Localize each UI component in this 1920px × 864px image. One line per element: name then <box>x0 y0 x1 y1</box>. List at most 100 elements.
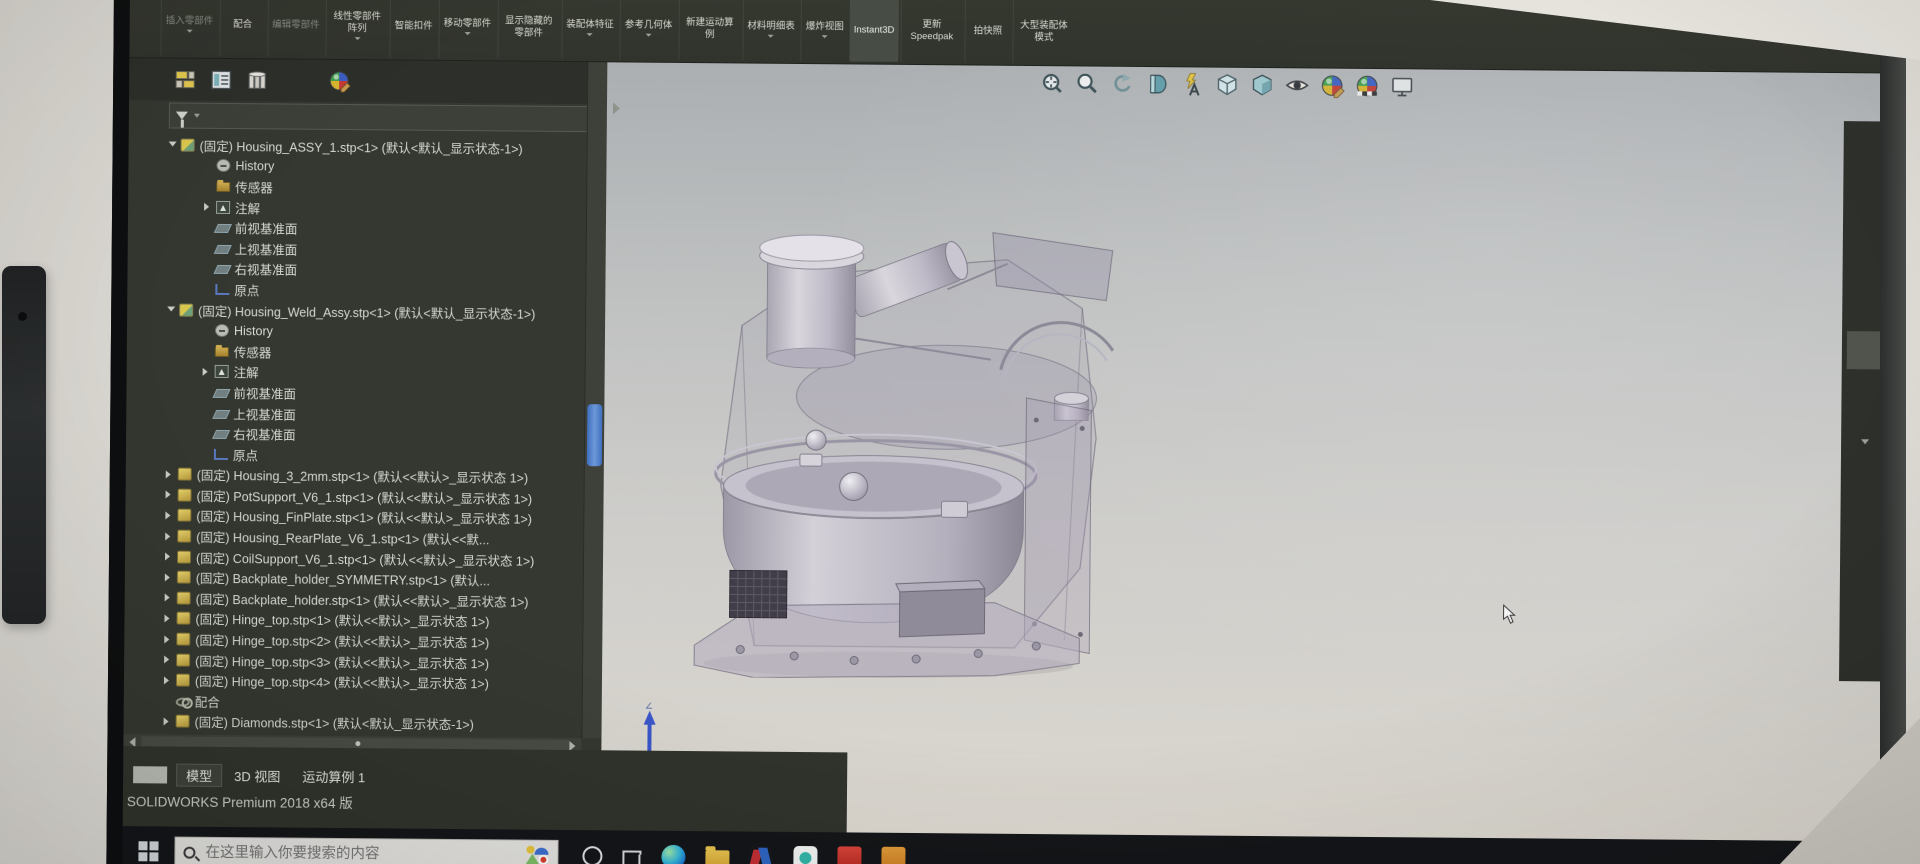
ribbon-button-5[interactable]: 移动零部件 <box>438 0 495 58</box>
expand-caret-icon[interactable] <box>164 653 176 667</box>
dropdown-caret-icon[interactable] <box>768 35 774 38</box>
expand-caret-icon[interactable] <box>166 488 178 502</box>
hide-show-items-icon[interactable] <box>1284 72 1310 103</box>
expand-caret-icon[interactable] <box>165 550 177 564</box>
propertymanager-icon[interactable] <box>209 68 233 92</box>
start-icon[interactable] <box>138 841 160 863</box>
graphics-viewport[interactable]: Z Y X <box>601 62 1906 841</box>
monitor-bezel-right <box>1880 0 1906 864</box>
vertical-scroll-thumb[interactable] <box>587 404 603 466</box>
ribbon-button-7[interactable]: 装配体特征 <box>561 0 618 59</box>
expand-caret-icon[interactable] <box>167 303 179 317</box>
dropdown-caret-icon[interactable] <box>354 37 360 40</box>
ribbon-button-label: Instant3D <box>854 24 895 36</box>
expand-caret-icon[interactable] <box>203 365 215 379</box>
featuremanager-icon[interactable] <box>173 68 197 92</box>
file-explorer-icon[interactable] <box>705 850 729 864</box>
assembly-3d-model[interactable] <box>648 217 1122 681</box>
ribbon-button-9[interactable]: 新建运动算例 <box>678 0 741 60</box>
displaymanager-icon[interactable] <box>327 69 351 93</box>
apply-scene-icon[interactable] <box>1354 73 1380 104</box>
ribbon-button-14[interactable]: 拍快照 <box>964 0 1011 63</box>
taskbar-search-input[interactable] <box>174 837 558 864</box>
featuremanager-flyout-chevron[interactable] <box>613 102 620 114</box>
tree-item-28[interactable]: (固定) Diamonds.stp<1> (默认<默认_显示状态-1>) <box>124 711 582 736</box>
previous-view-icon[interactable] <box>1109 71 1135 102</box>
tree-item-label: (固定) Housing_RearPlate_V6_1.stp<1> (默认<<… <box>196 527 489 549</box>
dropdown-caret-icon[interactable] <box>822 35 828 38</box>
document-tabs: 模型3D 视图运动算例 1 <box>133 764 374 787</box>
monitor-screen: 插入零部件配合编辑零部件线性零部件阵列智能扣件移动零部件显示隐藏的零部件装配体特… <box>106 0 1906 864</box>
orange-app-icon[interactable] <box>881 847 905 864</box>
expand-caret-icon[interactable] <box>165 570 177 584</box>
custom-properties-icon[interactable] <box>1850 382 1880 412</box>
view-settings-icon[interactable] <box>1389 73 1415 104</box>
expand-caret-icon[interactable] <box>165 508 177 522</box>
task-view-icon[interactable] <box>622 850 641 864</box>
annotation-view-icon[interactable] <box>1179 71 1205 102</box>
section-view-icon[interactable] <box>1144 71 1170 102</box>
expand-caret-icon[interactable] <box>165 591 177 605</box>
tree-item-label: (固定) Housing_FinPlate.stp<1> (默认<<默认>_显示… <box>196 506 532 528</box>
file-explorer-pane-icon[interactable] <box>1852 241 1882 271</box>
expand-caret-icon[interactable] <box>165 529 177 543</box>
ribbon-button-1[interactable]: 配合 <box>219 0 266 56</box>
expand-caret-icon[interactable] <box>164 611 176 625</box>
expand-caret-icon[interactable] <box>164 632 176 646</box>
ribbon-button-6[interactable]: 显示隐藏的零部件 <box>497 0 560 59</box>
dropdown-caret-icon[interactable] <box>464 32 470 35</box>
dropdown-caret-icon[interactable] <box>186 30 192 33</box>
expand-caret-icon[interactable] <box>164 673 176 687</box>
tree-item-label: History <box>234 324 273 338</box>
ribbon-button-10[interactable]: 材料明细表 <box>742 0 799 61</box>
search-input[interactable] <box>203 844 517 864</box>
ribbon-button-13[interactable]: 更新 Speedpak <box>900 0 963 62</box>
ribbon-button-11[interactable]: 爆炸视图 <box>800 0 848 61</box>
filter-dropdown-caret[interactable] <box>194 114 200 118</box>
ribbon-button-2[interactable]: 编辑零部件 <box>267 0 324 57</box>
tree-item-label: (固定) Housing_ASSY_1.stp<1> (默认<默认_显示状态-1… <box>200 136 523 158</box>
tree-filter-bar[interactable] <box>169 102 589 132</box>
ribbon-button-3[interactable]: 线性零部件阵列 <box>325 0 388 57</box>
dropdown-caret-icon[interactable] <box>587 33 593 36</box>
edit-appearance-icon[interactable] <box>1319 73 1345 104</box>
feature-manager-panel: (固定) Housing_ASSY_1.stp<1> (默认<默认_显示状态-1… <box>123 58 608 830</box>
hist-icon <box>215 324 229 337</box>
design-library-icon[interactable] <box>1852 194 1882 224</box>
dropdown-caret-icon[interactable] <box>645 34 651 37</box>
ribbon-button-8[interactable]: 参考几何体 <box>619 0 676 60</box>
hist-icon <box>216 159 230 172</box>
document-tab-2[interactable]: 运动算例 1 <box>293 766 374 788</box>
view-palette-icon[interactable] <box>1851 288 1881 318</box>
teal-app-icon[interactable] <box>793 846 817 864</box>
cortana-icon[interactable] <box>582 846 602 864</box>
home-icon[interactable] <box>1852 147 1882 177</box>
red-app-icon[interactable] <box>837 846 861 864</box>
ribbon-button-12[interactable]: Instant3D <box>850 0 899 62</box>
zoom-fit-icon[interactable] <box>1039 70 1065 101</box>
expand-caret-icon[interactable] <box>166 467 178 481</box>
ribbon-button-15[interactable]: 大型装配体模式 <box>1012 0 1075 63</box>
tree-item-label: 配合 <box>195 692 220 711</box>
ribbon-button-4[interactable]: 智能扣件 <box>389 0 437 58</box>
edge-icon[interactable] <box>661 845 685 864</box>
triad-z-label: Z <box>646 702 653 712</box>
ribbon-button-label: 智能扣件 <box>395 20 433 32</box>
collapse-pane-icon[interactable] <box>1861 439 1869 444</box>
appearances-icon[interactable] <box>1851 335 1881 365</box>
display-style-icon[interactable] <box>1249 72 1275 103</box>
expand-caret-icon[interactable] <box>204 200 216 214</box>
ribbon-button-0[interactable]: 插入零部件 <box>160 0 217 56</box>
document-tab-0[interactable]: 模型 <box>177 765 221 786</box>
zoom-area-icon[interactable] <box>1074 70 1100 101</box>
document-tab-1[interactable]: 3D 视图 <box>225 765 289 787</box>
search-highlights-icon[interactable] <box>525 845 549 864</box>
configurationmanager-icon[interactable] <box>245 68 269 92</box>
expand-caret-icon[interactable] <box>164 714 176 728</box>
tab-scroll-button[interactable] <box>133 766 167 783</box>
expand-caret-icon[interactable] <box>169 138 181 152</box>
solidworks-app-icon[interactable] <box>749 846 773 864</box>
folder-icon <box>216 182 230 192</box>
view-orientation-icon[interactable] <box>1214 72 1240 103</box>
origin-icon <box>214 449 228 460</box>
